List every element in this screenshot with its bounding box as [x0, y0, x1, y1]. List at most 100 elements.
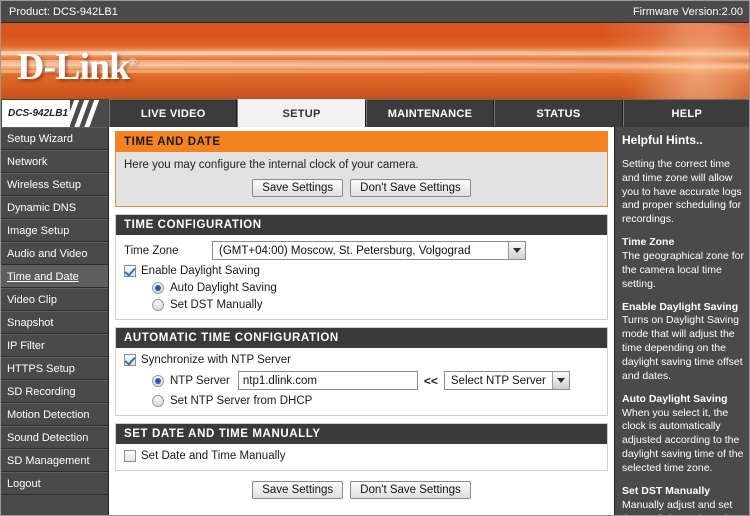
timezone-row: Time Zone (GMT+04:00) Moscow, St. Peters…: [124, 241, 599, 260]
hint-heading-enable-dst: Enable Daylight Saving: [622, 300, 739, 313]
tab-status-label: STATUS: [536, 107, 581, 120]
set-date-time-manually-section: SET DATE AND TIME MANUALLY Set Date and …: [115, 423, 608, 471]
panel-body: Here you may configure the internal cloc…: [116, 152, 607, 206]
sidebar-item-time-and-date[interactable]: Time and Date: [1, 265, 108, 288]
sidebar-item-motion-detection[interactable]: Motion Detection: [1, 403, 108, 426]
hint-body-auto-dst: When you select it, the clock is automat…: [622, 406, 744, 475]
dlink-camera-setup-page: Product: DCS-942LB1 Firmware Version:2.0…: [0, 0, 750, 516]
set-date-time-manually-checkbox[interactable]: [124, 450, 136, 462]
ntp-from-dhcp-radio[interactable]: [152, 395, 164, 407]
hint-heading-auto-dst: Auto Daylight Saving: [622, 392, 728, 405]
manual-datetime-row[interactable]: Set Date and Time Manually: [124, 450, 599, 462]
sidebar-item-network[interactable]: Network: [1, 150, 108, 173]
tab-setup[interactable]: SETUP: [237, 99, 366, 127]
hint-body-time-zone: The geographical zone for the camera loc…: [622, 249, 744, 290]
auto-dst-row[interactable]: Auto Daylight Saving: [124, 282, 599, 294]
bottom-button-row: Save Settings Don't Save Settings: [115, 481, 608, 499]
set-date-time-manually-title: SET DATE AND TIME MANUALLY: [116, 424, 607, 444]
time-configuration-body: Time Zone (GMT+04:00) Moscow, St. Peters…: [116, 235, 607, 319]
sidebar-item-image-setup[interactable]: Image Setup: [1, 219, 108, 242]
automatic-time-configuration-body: Synchronize with NTP Server NTP Server n…: [116, 348, 607, 415]
time-configuration-section: TIME CONFIGURATION Time Zone (GMT+04:00)…: [115, 214, 608, 320]
sidebar-item-label: Setup Wizard: [7, 132, 74, 145]
set-date-time-manually-label: Set Date and Time Manually: [141, 450, 286, 462]
sidebar-item-dynamic-dns[interactable]: Dynamic DNS: [1, 196, 108, 219]
sidebar-menu: Setup Wizard Network Wireless Setup Dyna…: [1, 127, 109, 515]
sidebar-item-audio-and-video[interactable]: Audio and Video: [1, 242, 108, 265]
dlink-logo: D-Link®: [17, 45, 137, 89]
banner-swoosh-lower: [541, 23, 749, 99]
arrows-indicator: <<: [423, 373, 438, 388]
timezone-selected-value: (GMT+04:00) Moscow, St. Petersburg, Volg…: [219, 244, 471, 257]
ntp-server-row: NTP Server ntp1.dlink.com << Select NTP …: [124, 371, 599, 390]
ntp-dhcp-row[interactable]: Set NTP Server from DHCP: [124, 395, 599, 407]
sidebar-item-snapshot[interactable]: Snapshot: [1, 311, 108, 334]
sidebar-item-label: Dynamic DNS: [7, 201, 77, 214]
tab-maintenance[interactable]: MAINTENANCE: [365, 99, 495, 127]
hint-heading-set-dst-manually: Set DST Manually: [622, 484, 711, 497]
product-info-bar: Product: DCS-942LB1 Firmware Version:2.0…: [1, 1, 749, 23]
set-dst-manually-label: Set DST Manually: [170, 299, 263, 311]
sidebar-item-logout[interactable]: Logout: [1, 472, 108, 495]
sidebar-item-label: Image Setup: [7, 224, 70, 237]
synchronize-ntp-checkbox[interactable]: [124, 354, 136, 366]
sidebar-item-label: IP Filter: [7, 339, 45, 352]
save-settings-button-top[interactable]: Save Settings: [252, 179, 344, 197]
sidebar-item-label: SD Management: [7, 454, 90, 467]
main-navigation: DCS-942LB1 LIVE VIDEO SETUP MAINTENANCE …: [1, 99, 749, 127]
hints-title: Helpful Hints..: [622, 133, 703, 147]
save-settings-button-bottom[interactable]: Save Settings: [252, 481, 344, 499]
ntp-server-input[interactable]: ntp1.dlink.com: [237, 371, 418, 390]
ntp-from-dhcp-label: Set NTP Server from DHCP: [170, 395, 313, 407]
tab-live-video[interactable]: LIVE VIDEO: [109, 99, 238, 127]
page-description: Here you may configure the internal cloc…: [124, 159, 419, 171]
set-dst-manually-radio[interactable]: [152, 299, 164, 311]
sidebar-item-label: Logout: [7, 477, 41, 490]
dont-save-settings-button-top[interactable]: Don't Save Settings: [350, 179, 471, 197]
sidebar-item-label: Time and Date: [7, 270, 79, 283]
product-model-text: Product: DCS-942LB1: [9, 5, 118, 18]
sync-ntp-row[interactable]: Synchronize with NTP Server: [124, 354, 599, 366]
enable-daylight-saving-checkbox[interactable]: [124, 265, 136, 277]
sidebar-item-label: Motion Detection: [7, 408, 90, 421]
ntp-server-radio[interactable]: [152, 374, 164, 387]
brand-banner: D-Link®: [1, 23, 749, 99]
tab-status[interactable]: STATUS: [494, 99, 623, 127]
tab-live-video-label: LIVE VIDEO: [140, 107, 206, 120]
logo-text: D-Link: [17, 46, 130, 88]
sidebar-item-label: SD Recording: [7, 385, 76, 398]
sidebar-item-wireless-setup[interactable]: Wireless Setup: [1, 173, 108, 196]
dont-save-settings-button-bottom[interactable]: Don't Save Settings: [350, 481, 471, 499]
manual-dst-row[interactable]: Set DST Manually: [124, 299, 599, 311]
firmware-version-text: Firmware Version:2.00: [632, 5, 743, 18]
automatic-time-configuration-section: AUTOMATIC TIME CONFIGURATION Synchronize…: [115, 327, 608, 416]
select-ntp-server-dropdown[interactable]: Select NTP Server: [443, 371, 570, 390]
sidebar-item-sd-management[interactable]: SD Management: [1, 449, 108, 472]
sidebar-item-setup-wizard[interactable]: Setup Wizard: [1, 127, 108, 150]
hints-intro: Setting the correct time and time zone w…: [622, 157, 742, 226]
auto-daylight-saving-label: Auto Daylight Saving: [170, 282, 277, 294]
sidebar-item-https-setup[interactable]: HTTPS Setup: [1, 357, 108, 380]
sidebar-item-video-clip[interactable]: Video Clip: [1, 288, 108, 311]
sidebar-item-sd-recording[interactable]: SD Recording: [1, 380, 108, 403]
hint-body-set-dst-manually: Manually adjust and set the Daylight Sav…: [622, 498, 741, 515]
chevron-down-icon: [508, 242, 525, 259]
sidebar-item-label: Network: [7, 155, 48, 168]
tab-setup-label: SETUP: [282, 107, 321, 120]
sidebar-item-ip-filter[interactable]: IP Filter: [1, 334, 108, 357]
ntp-server-label: NTP Server: [170, 374, 230, 387]
sidebar-item-label: Snapshot: [7, 316, 54, 329]
automatic-time-configuration-title: AUTOMATIC TIME CONFIGURATION: [116, 328, 607, 348]
timezone-select[interactable]: (GMT+04:00) Moscow, St. Petersburg, Volg…: [212, 241, 526, 260]
enable-dst-row[interactable]: Enable Daylight Saving: [124, 265, 599, 277]
synchronize-ntp-label: Synchronize with NTP Server: [141, 354, 291, 366]
tab-maintenance-label: MAINTENANCE: [387, 107, 473, 120]
tab-help[interactable]: HELP: [622, 99, 749, 127]
helpful-hints-panel: Helpful Hints.. Setting the correct time…: [614, 127, 749, 515]
registered-mark: ®: [129, 57, 137, 69]
sidebar-item-sound-detection[interactable]: Sound Detection: [1, 426, 108, 449]
auto-daylight-saving-radio[interactable]: [152, 282, 164, 294]
main-content: TIME AND DATE Here you may configure the…: [109, 127, 614, 515]
sidebar-item-label: Audio and Video: [7, 247, 88, 260]
page-title: TIME AND DATE: [116, 132, 607, 152]
